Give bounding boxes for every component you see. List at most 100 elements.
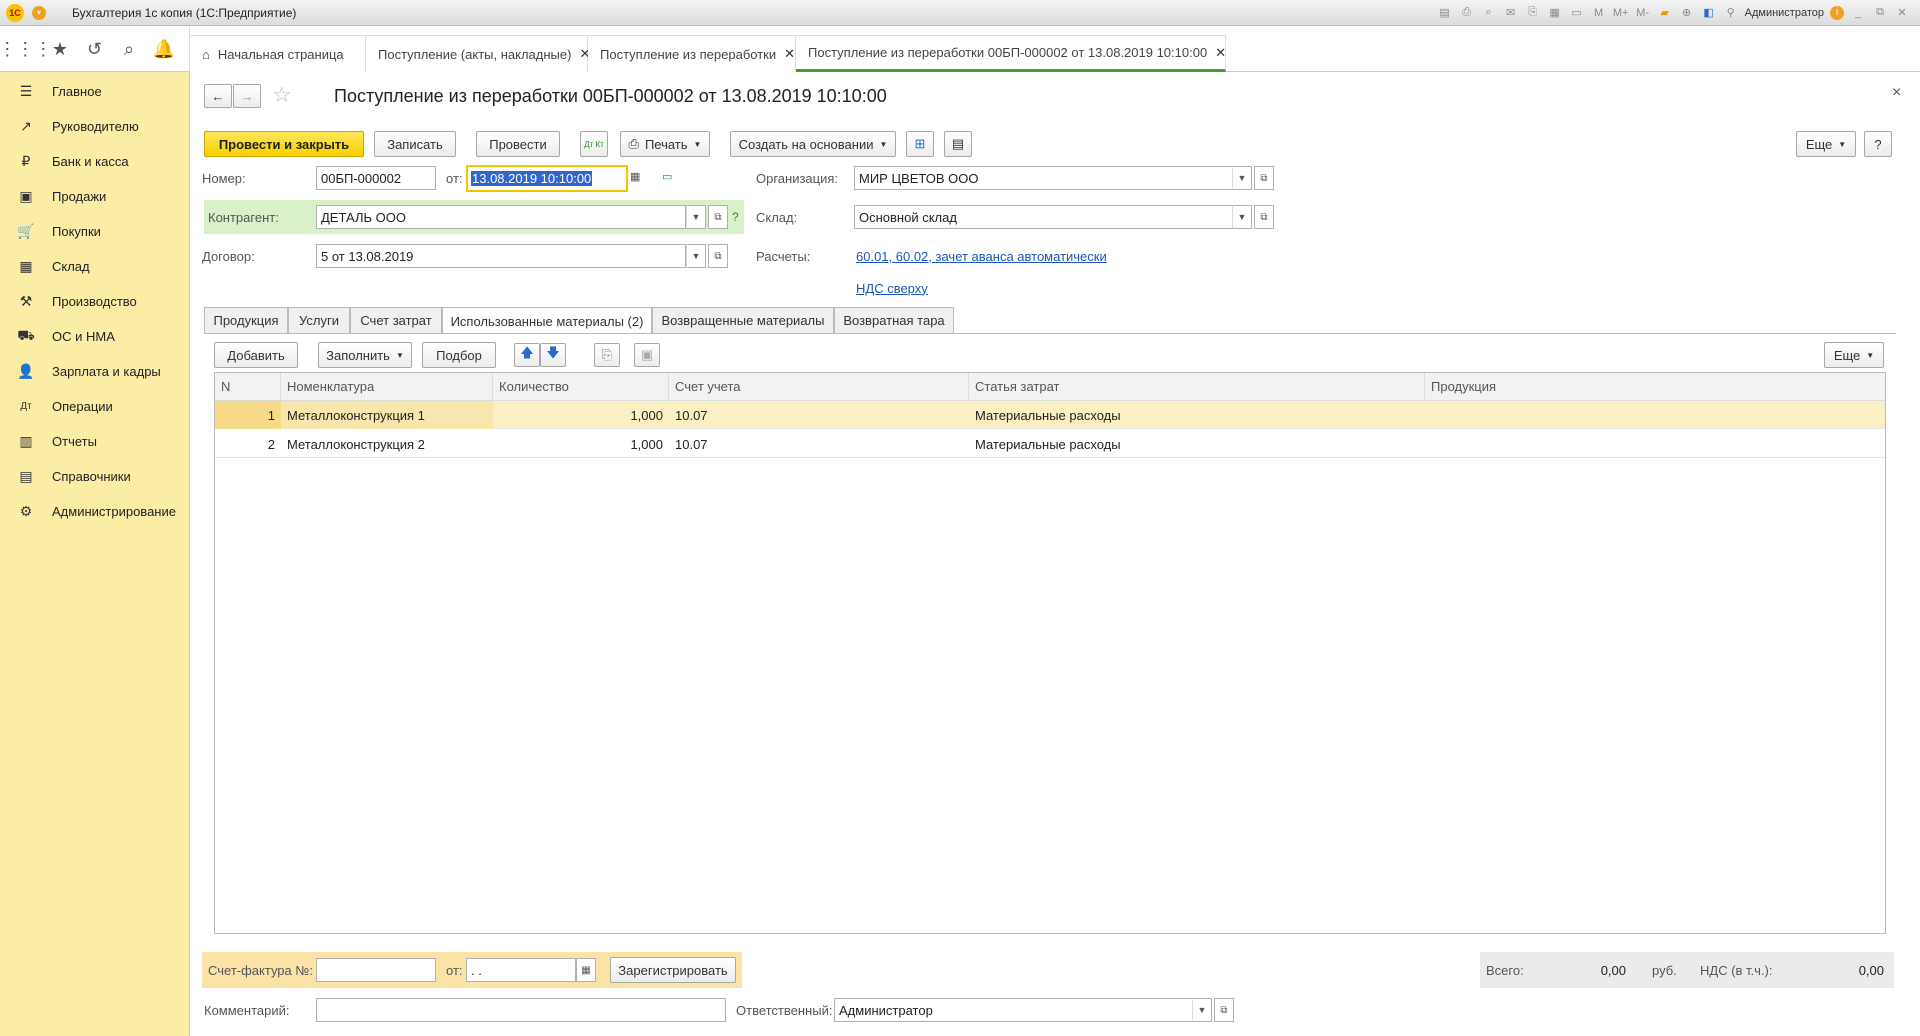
post-and-close-button[interactable]: Провести и закрыть bbox=[204, 131, 364, 157]
calendar-icon[interactable]: ▭ bbox=[1569, 5, 1585, 21]
create-based-on-button[interactable]: Создать на основании ▼ bbox=[730, 131, 896, 157]
warehouse-field[interactable]: Основной склад bbox=[854, 205, 1234, 229]
close-icon[interactable]: ✕ bbox=[784, 46, 795, 62]
register-button[interactable]: Зарегистрировать bbox=[610, 957, 736, 983]
sidebar-item-bank[interactable]: ₽ Банк и касса bbox=[0, 146, 190, 176]
table-row[interactable]: 2 Металлоконструкция 2 1,000 10.07 Матер… bbox=[215, 430, 1885, 458]
print-button[interactable]: ⎙ Печать ▼ bbox=[620, 131, 710, 157]
comment-field[interactable] bbox=[316, 998, 726, 1022]
vat-link[interactable]: НДС сверху bbox=[856, 276, 928, 300]
apps-grid-icon[interactable]: ⋮⋮⋮ bbox=[0, 36, 52, 62]
cell-product[interactable] bbox=[1425, 430, 1885, 458]
sidebar-item-admin[interactable]: ⚙ Администрирование bbox=[0, 496, 190, 526]
invoice-number-field[interactable] bbox=[316, 958, 436, 982]
memory-m-icon[interactable]: M bbox=[1591, 5, 1607, 21]
calendar-icon[interactable]: ▦ bbox=[630, 170, 640, 183]
app-logo-icon[interactable]: 1С bbox=[6, 3, 24, 22]
tab-returnable-packaging[interactable]: Возвратная тара bbox=[834, 307, 954, 333]
help-question-icon[interactable]: ? bbox=[732, 210, 739, 224]
materials-table[interactable]: N Номенклатура Количество Счет учета Ста… bbox=[214, 372, 1886, 934]
sidebar-item-operations[interactable]: Дт Операции bbox=[0, 391, 190, 421]
paste-rows-icon[interactable]: ▣ bbox=[634, 343, 660, 367]
number-field[interactable]: 00БП-000002 bbox=[316, 166, 436, 190]
tools-icon[interactable]: ⚲ bbox=[1723, 5, 1739, 21]
organization-dropdown-icon[interactable]: ▼ bbox=[1232, 166, 1252, 190]
folder-icon[interactable]: ▰ bbox=[1657, 5, 1673, 21]
sidebar-item-production[interactable]: ⚒ Производство bbox=[0, 286, 190, 316]
minimize-button[interactable]: _ bbox=[1850, 5, 1866, 21]
column-header-n[interactable]: N bbox=[215, 373, 281, 401]
report-list-icon[interactable]: ▤ bbox=[944, 131, 972, 157]
sidebar-item-assets[interactable]: ⛟ ОС и НМА bbox=[0, 321, 190, 351]
memory-minus-icon[interactable]: M- bbox=[1635, 5, 1651, 21]
post-button[interactable]: Провести bbox=[476, 131, 560, 157]
close-form-icon[interactable]: × bbox=[1892, 84, 1901, 102]
sidebar-item-reports[interactable]: ▥ Отчеты bbox=[0, 426, 190, 456]
tab-home[interactable]: ⌂ Начальная страница bbox=[190, 35, 366, 72]
structure-icon[interactable]: ⊞ bbox=[906, 131, 934, 157]
sidebar-item-payroll[interactable]: 👤 Зарплата и кадры bbox=[0, 356, 190, 386]
zoom-icon[interactable]: ⊕ bbox=[1679, 5, 1695, 21]
main-menu-dropdown-icon[interactable]: ▾ bbox=[32, 5, 46, 20]
sidebar-item-purchases[interactable]: 🛒 Покупки bbox=[0, 216, 190, 246]
move-up-icon[interactable]: 🡅 bbox=[514, 343, 540, 367]
tab-used-materials[interactable]: Использованные материалы (2) bbox=[442, 307, 652, 334]
favorite-star-icon[interactable]: ☆ bbox=[272, 82, 292, 108]
contractor-dropdown-icon[interactable]: ▼ bbox=[686, 205, 706, 229]
accounting-settings-icon[interactable]: ▭ bbox=[662, 170, 672, 183]
column-header-cost-item[interactable]: Статья затрат bbox=[969, 373, 1425, 401]
cell-quantity[interactable]: 1,000 bbox=[493, 430, 669, 458]
close-window-button[interactable]: ✕ bbox=[1894, 5, 1910, 21]
open-responsible-icon[interactable]: ⧉ bbox=[1214, 998, 1234, 1022]
open-contract-icon[interactable]: ⧉ bbox=[708, 244, 728, 268]
cell-product[interactable] bbox=[1425, 401, 1885, 429]
sidebar-item-warehouse[interactable]: ▦ Склад bbox=[0, 251, 190, 281]
tab-current-document[interactable]: Поступление из переработки 00БП-000002 о… bbox=[796, 35, 1226, 72]
sidebar-item-sales[interactable]: ▣ Продажи bbox=[0, 181, 190, 211]
cell-quantity[interactable]: 1,000 bbox=[493, 401, 669, 429]
dt-kt-icon[interactable]: Дт Кт bbox=[580, 131, 608, 157]
preview-icon[interactable]: ⌕ bbox=[1481, 5, 1497, 21]
write-button[interactable]: Записать bbox=[374, 131, 456, 157]
warehouse-dropdown-icon[interactable]: ▼ bbox=[1232, 205, 1252, 229]
responsible-field[interactable]: Администратор bbox=[834, 998, 1194, 1022]
fill-button[interactable]: Заполнить ▼ bbox=[318, 342, 412, 368]
user-name[interactable]: Администратор bbox=[1745, 7, 1824, 19]
tab-services[interactable]: Услуги bbox=[288, 307, 350, 333]
contract-dropdown-icon[interactable]: ▼ bbox=[686, 244, 706, 268]
tab-returned-materials[interactable]: Возвращенные материалы bbox=[652, 307, 834, 333]
move-down-icon[interactable]: 🡇 bbox=[540, 343, 566, 367]
search-icon[interactable]: ⌕ bbox=[116, 36, 142, 62]
tab-processing-receipts[interactable]: Поступление из переработки ✕ bbox=[588, 35, 796, 72]
save-icon[interactable]: ▤ bbox=[1437, 5, 1453, 21]
restore-button[interactable]: ⧉ bbox=[1872, 5, 1888, 21]
settlements-link[interactable]: 60.01, 60.02, зачет аванса автоматически bbox=[856, 244, 1107, 268]
organization-field[interactable]: МИР ЦВЕТОВ ООО bbox=[854, 166, 1234, 190]
invoice-calendar-icon[interactable]: ▦ bbox=[576, 958, 596, 982]
invoice-date-field[interactable]: . . bbox=[466, 958, 576, 982]
forward-button[interactable]: → bbox=[233, 84, 261, 108]
print-icon[interactable]: ⎙ bbox=[1459, 5, 1475, 21]
column-header-quantity[interactable]: Количество bbox=[493, 373, 669, 401]
open-organization-icon[interactable]: ⧉ bbox=[1254, 166, 1274, 190]
sidebar-item-manager[interactable]: ↗ Руководителю bbox=[0, 111, 190, 141]
open-warehouse-icon[interactable]: ⧉ bbox=[1254, 205, 1274, 229]
star-icon[interactable]: ★ bbox=[47, 36, 73, 62]
tab-cost-account[interactable]: Счет затрат bbox=[350, 307, 442, 333]
table-row[interactable]: 1 Металлоконструкция 1 1,000 10.07 Матер… bbox=[215, 401, 1885, 429]
column-header-account[interactable]: Счет учета bbox=[669, 373, 969, 401]
back-button[interactable]: ← bbox=[204, 84, 232, 108]
add-button[interactable]: Добавить bbox=[214, 342, 298, 368]
sidebar-item-catalogs[interactable]: ▤ Справочники bbox=[0, 461, 190, 491]
cell-cost-item[interactable]: Материальные расходы bbox=[969, 430, 1425, 458]
calc-icon[interactable]: ▦ bbox=[1547, 5, 1563, 21]
copy-rows-icon[interactable]: ⎘ bbox=[594, 343, 620, 367]
cell-account[interactable]: 10.07 bbox=[669, 430, 969, 458]
cell-account[interactable]: 10.07 bbox=[669, 401, 969, 429]
panel-icon[interactable]: ◧ bbox=[1701, 5, 1717, 21]
memory-plus-icon[interactable]: M+ bbox=[1613, 5, 1629, 21]
cell-cost-item[interactable]: Материальные расходы bbox=[969, 401, 1425, 429]
close-icon[interactable]: ✕ bbox=[1215, 45, 1226, 61]
open-contractor-icon[interactable]: ⧉ bbox=[708, 205, 728, 229]
copy-doc-icon[interactable]: ⎘ bbox=[1525, 5, 1541, 21]
